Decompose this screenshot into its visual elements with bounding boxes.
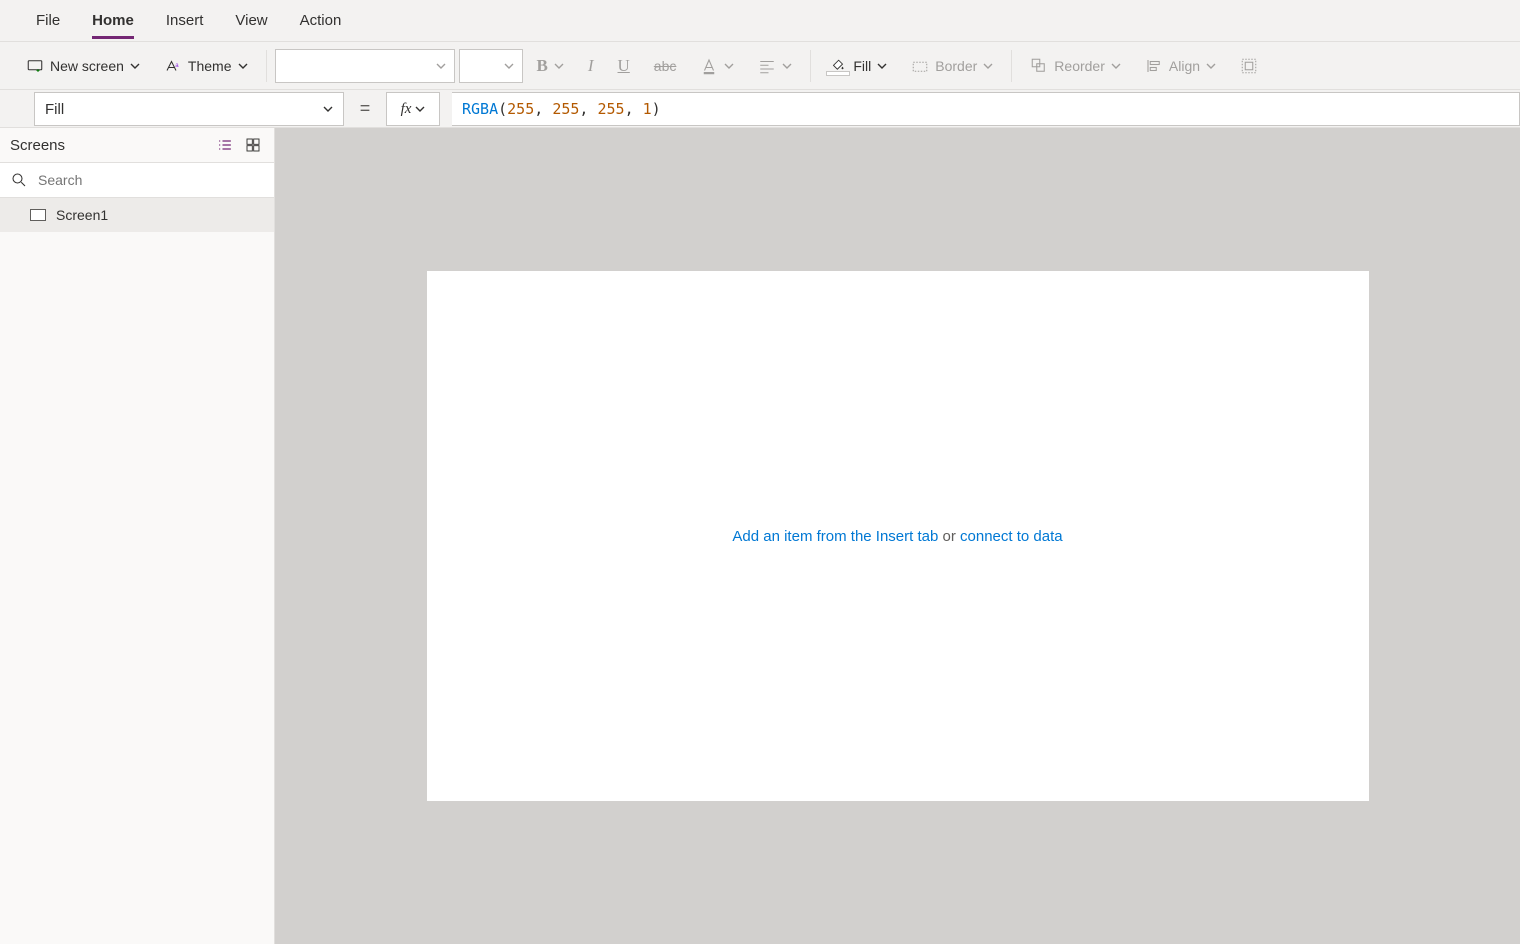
separator <box>1011 50 1012 82</box>
tree-item-screen1[interactable]: Screen1 <box>0 198 274 232</box>
formula-fn: RGBA <box>462 100 498 118</box>
tree-thumbnail-view-button[interactable] <box>242 134 264 156</box>
bold-button[interactable]: B <box>527 49 574 83</box>
insert-tab-link[interactable]: Add an item from the Insert tab <box>732 528 938 545</box>
canvas[interactable]: Add an item from the Insert tab or conne… <box>427 271 1369 801</box>
chevron-down-icon <box>782 61 792 71</box>
border-label: Border <box>935 58 977 74</box>
property-dropdown[interactable]: Fill <box>34 92 344 126</box>
fill-label: Fill <box>853 58 871 74</box>
tab-insert[interactable]: Insert <box>150 0 220 42</box>
tree-list-view-button[interactable] <box>214 134 236 156</box>
reorder-icon <box>1030 57 1048 75</box>
svg-text:a: a <box>175 62 179 68</box>
or-text: or <box>943 528 956 545</box>
screen-icon <box>30 209 46 221</box>
app-root: File Home Insert View Action New screen … <box>0 0 1520 944</box>
border-icon <box>911 57 929 75</box>
underline-button[interactable]: U <box>608 49 640 83</box>
group-icon <box>1240 57 1258 75</box>
italic-icon: I <box>588 56 594 76</box>
formula-bar: Fill = fx RGBA(255, 255, 255, 1) <box>0 90 1520 128</box>
reorder-button[interactable]: Reorder <box>1020 49 1131 83</box>
border-button[interactable]: Border <box>901 49 1003 83</box>
fx-label: fx <box>401 101 412 118</box>
tree-search[interactable] <box>0 162 274 198</box>
italic-button[interactable]: I <box>578 49 604 83</box>
search-icon <box>10 171 28 189</box>
font-color-button[interactable] <box>690 49 744 83</box>
fill-button[interactable]: Fill <box>819 49 897 83</box>
connect-data-link[interactable]: connect to data <box>960 528 1063 545</box>
tree-header: Screens <box>0 128 274 162</box>
theme-label: Theme <box>188 58 232 74</box>
chevron-down-icon <box>1206 61 1216 71</box>
chevron-down-icon <box>130 61 140 71</box>
group-button[interactable] <box>1230 49 1268 83</box>
chevron-down-icon <box>983 61 993 71</box>
chevron-down-icon <box>877 61 887 71</box>
font-family-dropdown[interactable] <box>275 49 455 83</box>
formula-input[interactable]: RGBA(255, 255, 255, 1) <box>452 92 1520 126</box>
equals-sign: = <box>356 90 374 127</box>
tab-home[interactable]: Home <box>76 0 150 42</box>
chevron-down-icon <box>415 104 425 114</box>
chevron-down-icon <box>1111 61 1121 71</box>
chevron-down-icon <box>323 104 333 114</box>
align-icon <box>1145 57 1163 75</box>
tree-item-label: Screen1 <box>56 207 108 223</box>
separator <box>810 50 811 82</box>
chevron-down-icon <box>724 61 734 71</box>
separator <box>266 50 267 82</box>
grid-icon <box>245 137 261 153</box>
tree-panel: Screens Screen1 <box>0 128 275 944</box>
align-left-icon <box>758 57 776 75</box>
canvas-area: Add an item from the Insert tab or conne… <box>275 128 1520 944</box>
fill-icon <box>829 57 847 75</box>
align-button[interactable]: Align <box>1135 49 1226 83</box>
chevron-down-icon <box>504 61 514 71</box>
tab-file[interactable]: File <box>20 0 76 42</box>
fx-dropdown[interactable]: fx <box>386 92 440 126</box>
font-size-dropdown[interactable] <box>459 49 523 83</box>
chevron-down-icon <box>238 61 248 71</box>
menu-tabs: File Home Insert View Action <box>0 0 1520 42</box>
reorder-label: Reorder <box>1054 58 1105 74</box>
canvas-empty-message: Add an item from the Insert tab or conne… <box>732 528 1062 545</box>
body: Screens Screen1 <box>0 128 1520 944</box>
theme-button[interactable]: a Theme <box>154 49 258 83</box>
tree-search-input[interactable] <box>36 171 264 189</box>
tree-title: Screens <box>10 137 65 154</box>
bold-icon: B <box>537 56 548 76</box>
ribbon: New screen a Theme B I U abc <box>0 42 1520 90</box>
font-color-icon <box>700 57 718 75</box>
new-screen-icon <box>26 57 44 75</box>
underline-icon: U <box>618 56 630 76</box>
tree-view-buttons <box>214 134 264 156</box>
theme-icon: a <box>164 57 182 75</box>
tab-action[interactable]: Action <box>284 0 358 42</box>
align-label: Align <box>1169 58 1200 74</box>
list-icon <box>217 137 233 153</box>
new-screen-label: New screen <box>50 58 124 74</box>
property-value: Fill <box>45 101 64 118</box>
text-align-button[interactable] <box>748 49 802 83</box>
strikethrough-icon: abc <box>654 58 677 74</box>
strikethrough-button[interactable]: abc <box>644 49 687 83</box>
chevron-down-icon <box>554 61 564 71</box>
chevron-down-icon <box>436 61 446 71</box>
tab-view[interactable]: View <box>219 0 283 42</box>
new-screen-button[interactable]: New screen <box>16 49 150 83</box>
